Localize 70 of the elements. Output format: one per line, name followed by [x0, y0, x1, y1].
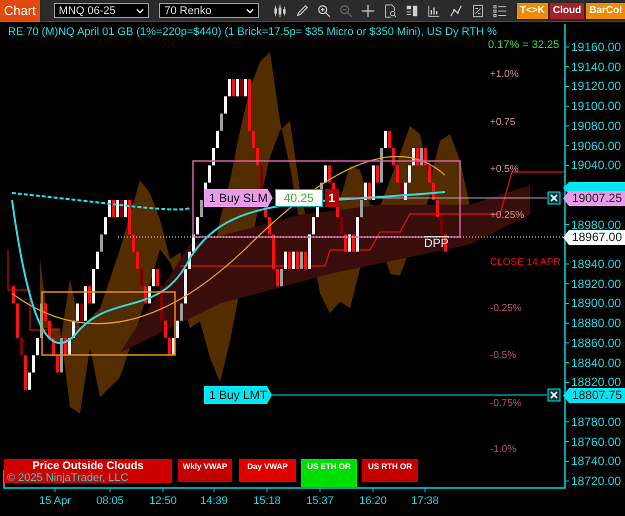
- level-label: -0.5%: [490, 349, 516, 363]
- level-label: CLOSE 14 APR: [490, 256, 561, 270]
- zoom-in-icon[interactable]: [316, 4, 331, 18]
- time-axis-label: 15:37: [305, 495, 335, 507]
- list-icon[interactable]: [492, 4, 507, 18]
- template-icon[interactable]: [470, 4, 485, 18]
- time-axis-label: 15 Apr: [38, 495, 72, 507]
- price-axis-label: 18940.00: [571, 258, 622, 270]
- price-axis-label: 18980.00: [571, 218, 622, 231]
- level-label: +0.75: [490, 116, 516, 130]
- price-axis-label: 18920.00: [571, 278, 622, 290]
- level-label: -0.75%: [490, 397, 522, 411]
- level-label: -0.25%: [490, 302, 522, 316]
- time-axis-label: 16:20: [358, 495, 388, 507]
- price-tag: 18807.75: [563, 388, 625, 403]
- price-axis-label: 19040.00: [571, 159, 622, 172]
- price-axis-label: 18760.00: [571, 436, 622, 448]
- close-icon[interactable]: [548, 388, 560, 402]
- indicator-label: US ETH OR: [307, 461, 351, 471]
- toolbar-toggle-button[interactable]: Cloud: [550, 2, 584, 18]
- level-label: -1.0%: [490, 443, 516, 457]
- time-axis-label: 15:18: [252, 495, 282, 507]
- percent-change-value: 0.17% = 32.25: [488, 39, 560, 51]
- data-series-icon[interactable]: [404, 4, 419, 18]
- chart-caption: RE 70 (M)NQ April 01 GB (1%=220p=$440) (1 Brick=17.5p= $35 Micro or $350 Mini), US Dy RTH %: [8, 26, 497, 38]
- price-axis-label: 18820.00: [571, 376, 622, 388]
- price-axis-label: 18880.00: [571, 317, 622, 330]
- time-axis-label: 17:38: [410, 495, 440, 507]
- indicator-label: US RTH OR: [368, 461, 412, 471]
- chart-title: Chart: [0, 0, 40, 22]
- close-icon[interactable]: [548, 192, 560, 204]
- instrument-dropdown[interactable]: MNQ 06-25: [54, 3, 150, 18]
- price-axis-label: 19080.00: [571, 120, 622, 132]
- price-axis-label: 19160.00: [571, 41, 622, 53]
- bar-chart-icon[interactable]: [426, 4, 441, 18]
- order-quantity[interactable]: 1: [324, 189, 339, 207]
- level-label: +0.25%: [490, 209, 524, 223]
- price-axis-label: 18720.00: [571, 475, 622, 488]
- order-label[interactable]: 1 Buy SLM: [204, 189, 273, 207]
- caret-icon: [136, 8, 144, 14]
- time-axis-label: 08:05: [95, 495, 125, 507]
- price-axis-label: 18740.00: [571, 455, 622, 468]
- price-axis-label: 19120.00: [571, 80, 622, 92]
- bar-type-dropdown[interactable]: 70 Renko: [159, 3, 259, 18]
- price-tag: 19007.25: [563, 191, 625, 206]
- indicator-label: Day VWAP: [247, 461, 288, 471]
- price-tag: 18967.00: [563, 230, 625, 245]
- price-axis-label: 19060.00: [571, 140, 622, 152]
- level-label: +1.0%: [490, 68, 519, 82]
- time-axis-label: 14:39: [199, 495, 229, 507]
- order-pnl: 40.25: [274, 189, 323, 207]
- time-axis-label: 12:50: [148, 495, 178, 507]
- price-axis-label: 18860.00: [571, 336, 622, 349]
- indicator-label: Wkly VWAP: [182, 461, 228, 471]
- price-axis-label: 18900.00: [571, 297, 622, 310]
- price-axis-label: 19140.00: [571, 60, 622, 73]
- price-axis-label: 18840.00: [571, 356, 622, 369]
- level-label: +0.5%: [490, 163, 519, 177]
- indicator-label: Price Outside Clouds: [31, 459, 145, 472]
- zoom-out-icon[interactable]: [338, 4, 353, 18]
- price-axis-label: 19100.00: [571, 100, 622, 112]
- document-search-icon[interactable]: [382, 4, 397, 18]
- caret-icon: [246, 8, 254, 14]
- order-label[interactable]: 1 Buy LMT: [204, 386, 272, 404]
- pencil-icon[interactable]: [294, 4, 309, 18]
- copyright-text: © 2025 NinjaTrader, LLC: [6, 472, 130, 484]
- crosshair-icon[interactable]: [360, 4, 375, 18]
- line-chart-icon[interactable]: [448, 4, 463, 18]
- candlestick-icon[interactable]: [272, 4, 287, 18]
- price-axis-label: 18780.00: [571, 416, 622, 428]
